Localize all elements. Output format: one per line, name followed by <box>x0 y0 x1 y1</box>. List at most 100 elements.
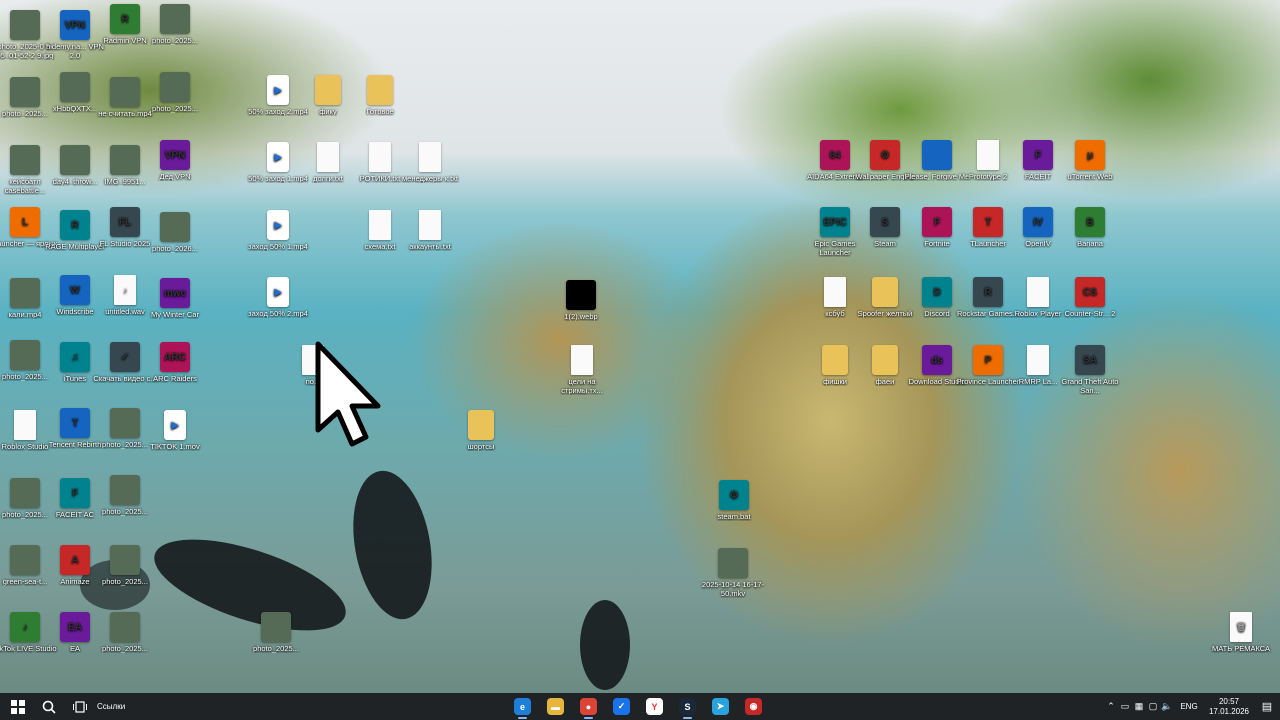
network-icon[interactable]: ▦ <box>1132 701 1146 712</box>
desktop-icon-photo-icon <box>261 612 291 642</box>
taskbar-app-steam[interactable]: S <box>671 693 704 720</box>
desktop-icon-label: Дед VPN <box>159 172 191 181</box>
taskbar-app-capture[interactable]: ◉ <box>737 693 770 720</box>
desktop-icon-doc-icon <box>824 277 846 307</box>
taskbar-app-telegram[interactable]: ➤ <box>704 693 737 720</box>
desktop-icon[interactable]: photo_2025... <box>92 612 158 653</box>
links-toolbar[interactable]: Ссылки <box>97 693 157 720</box>
desktop-icon[interactable]: ▶ заход 50% 1.mp4 <box>245 210 311 251</box>
desktop-icon-photo-icon <box>160 72 190 102</box>
desktop-icon-photo-icon <box>10 278 40 308</box>
taskbar-app-edge[interactable]: e <box>506 693 539 720</box>
windows-logo-icon <box>10 699 25 714</box>
desktop-icon-label: photo_2026... <box>152 244 198 253</box>
desktop-icon-exe-icon: F <box>60 478 90 508</box>
desktop-icon[interactable]: ▶ заход 50% 2.mp4 <box>245 277 311 318</box>
desktop-icon[interactable]: цели на стримы.тх... <box>549 345 615 395</box>
desktop-icon-vid-icon: ▶ <box>164 410 186 440</box>
desktop-icon[interactable]: mwc My Winter Car <box>142 278 208 319</box>
monitor-icon[interactable]: ▢ <box>1146 701 1160 712</box>
desktop-icon-label: ARC Raiders <box>153 374 197 383</box>
desktop-icon-exe-icon: CS <box>1075 277 1105 307</box>
desktop-icon[interactable]: photo_2025... <box>142 4 208 45</box>
desktop-icon-folder-icon <box>822 345 848 375</box>
clock[interactable]: 20:57 17.01.2026 <box>1204 697 1254 717</box>
desktop-icon-exe-icon: F <box>1023 140 1053 170</box>
desktop-icon-photo-icon <box>60 145 90 175</box>
desktop-icon[interactable]: μ uTorrent Web <box>1057 140 1123 181</box>
desktop-icon[interactable]: photo_2026... <box>142 212 208 253</box>
desktop-icon-vid-icon: ▶ <box>267 75 289 105</box>
desktop-icon[interactable]: менеджеры к.txt <box>397 142 463 183</box>
desktop-icon[interactable]: B Banana <box>1057 207 1123 248</box>
desktop-icon-label: photo_2025... <box>253 644 299 653</box>
desktop-icon-photo-icon <box>10 145 40 175</box>
desktop-icon-vid-icon: ▶ <box>267 277 289 307</box>
desktop-icon-doc-icon <box>571 345 593 375</box>
chevron-up-icon[interactable]: ⌃ <box>1104 701 1118 712</box>
language-indicator[interactable]: ENG <box>1174 702 1204 711</box>
desktop-icon[interactable]: photo_2025... <box>243 612 309 653</box>
taskbar-app-yandex-browser[interactable]: Y <box>638 693 671 720</box>
desktop-icon-exe-icon: VPN <box>60 10 90 40</box>
desktop-icon[interactable]: 2025-10-14 16-17-50.mkv <box>700 548 766 598</box>
desktop-icon[interactable]: CS Counter-Str... 2 <box>1057 277 1123 318</box>
desktop-icon-doc-icon <box>1027 277 1049 307</box>
desktop-icon[interactable]: ▶ TIKTOK 1.mov <box>142 410 208 451</box>
pinned-apps: e ▬ ● ✓ Y S ➤ ◉ <box>506 693 770 720</box>
desktop-icon-photo-icon <box>10 77 40 107</box>
desktop-icon-label: 1(2).webp <box>564 312 598 321</box>
notifications-icon[interactable]: ▤ <box>1254 700 1280 713</box>
desktop-icon-label: Grand Theft Auto San... <box>1061 377 1119 395</box>
desktop-icon-label: Counter-Str... 2 <box>1064 309 1116 318</box>
start-button[interactable] <box>0 693 35 720</box>
desktop-icon-exe-icon: R <box>973 277 1003 307</box>
desktop-icon-label: Готовое <box>366 107 394 116</box>
desktop-icon-photo-icon <box>160 4 190 34</box>
desktop-icon-label: uTorrent Web <box>1067 172 1113 181</box>
yandex-browser-icon: Y <box>646 698 663 715</box>
desktop-icon-exe-icon: ♫ <box>60 342 90 372</box>
desktop-icon[interactable]: ⚙ steam.bat <box>701 480 767 521</box>
desktop-icon[interactable]: photo_2025... <box>92 475 158 516</box>
desktop-icon-label: photo_2025... <box>102 507 148 516</box>
battery-icon[interactable]: ▭ <box>1118 701 1132 712</box>
desktop-icon[interactable]: аккаунты.txt <box>397 210 463 251</box>
desktop-icon[interactable]: Готовое <box>347 75 413 116</box>
desktop-icon[interactable]: 🗑 МАТЬ РЕМАКСА <box>1208 612 1274 653</box>
desktop-icon[interactable]: шортсы <box>448 410 514 451</box>
desktop-icon[interactable]: ARC ARC Raiders <box>142 342 208 383</box>
desktop-icon[interactable]: VPN Дед VPN <box>142 140 208 181</box>
desktop-wallpaper[interactable]: photo_2025-0 9-05_01-52-2 9.jpg VPN hidemy… <box>0 0 1280 693</box>
task-view-button[interactable] <box>63 693 97 720</box>
desktop-icon-exe-icon: ARC <box>160 342 190 372</box>
desktop-icon-exe-icon: 64 <box>820 140 850 170</box>
desktop-icon-exe-icon: F <box>922 207 952 237</box>
taskbar-app-chrome[interactable]: ● <box>572 693 605 720</box>
search-icon <box>42 700 56 714</box>
desktop-icon[interactable]: photo_2025... <box>92 545 158 586</box>
telegram-icon: ➤ <box>712 698 729 715</box>
desktop-icon-exe-icon: S <box>870 207 900 237</box>
desktop-icon-exe-icon: SA <box>1075 345 1105 375</box>
desktop-icon-exe-icon: mwc <box>160 278 190 308</box>
taskbar: Ссылки e ▬ ● ✓ Y S ➤ ◉ ⌃ ▭ ▦ ▢ 🔈 ENG 20:57 17.0… <box>0 693 1280 720</box>
desktop-icon-label: photo_2025... <box>102 577 148 586</box>
desktop-icon[interactable]: 1(2).webp <box>548 280 614 321</box>
desktop-icon-photo-icon <box>110 475 140 505</box>
volume-icon[interactable]: 🔈 <box>1160 701 1174 712</box>
desktop-icon-exe-icon: B <box>1075 207 1105 237</box>
task-view-icon <box>73 700 87 713</box>
taskbar-app-video-downloader[interactable]: ✓ <box>605 693 638 720</box>
desktop-icon-label: Banana <box>1077 239 1103 248</box>
desktop-icon-doc-icon <box>1027 345 1049 375</box>
desktop-icon-exe-icon: R <box>110 4 140 34</box>
taskbar-app-explorer[interactable]: ▬ <box>539 693 572 720</box>
desktop-icon[interactable]: photo_2025... <box>142 72 208 113</box>
search-button[interactable] <box>35 693 63 720</box>
desktop-icon-exe-icon: W <box>60 275 90 305</box>
desktop-icon-exe-icon: L <box>10 207 40 237</box>
desktop-icon-exe-icon: ⚙ <box>870 140 900 170</box>
wallpaper-fish <box>342 464 443 626</box>
desktop-icon[interactable]: SA Grand Theft Auto San... <box>1057 345 1123 395</box>
